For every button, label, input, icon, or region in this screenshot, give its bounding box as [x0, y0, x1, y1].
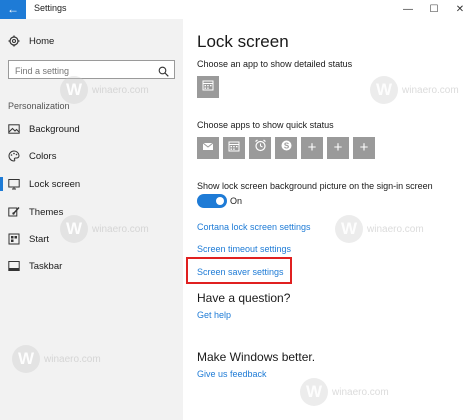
watermark-logo-icon: W	[300, 378, 328, 406]
back-button[interactable]: ←	[0, 0, 26, 19]
page-title: Lock screen	[197, 32, 289, 51]
sidebar-item-lock-screen[interactable]: Lock screen	[0, 173, 183, 195]
watermark-text: winaero.com	[44, 354, 101, 365]
quick-status-label: Choose apps to show quick status	[197, 120, 334, 130]
sidebar-item-label: Taskbar	[29, 260, 63, 272]
maximize-button[interactable]: ☐	[421, 0, 447, 19]
search-icon[interactable]	[158, 64, 169, 77]
window-title: Settings	[34, 3, 67, 13]
sidebar-item-home[interactable]: Home	[0, 30, 183, 52]
minimize-icon: —	[403, 4, 413, 15]
quick-status-skype-button[interactable]: S	[275, 137, 297, 159]
back-arrow-icon: ←	[7, 2, 19, 16]
quick-status-add-button[interactable]: +	[353, 137, 375, 159]
sidebar-item-background[interactable]: Background	[0, 118, 183, 140]
plus-icon: +	[307, 139, 317, 156]
title-bar: ← Settings — ☐ ✕	[0, 0, 474, 19]
calendar-icon	[202, 78, 214, 96]
question-heading: Have a question?	[197, 291, 291, 305]
watermark-text: winaero.com	[402, 85, 459, 96]
watermark-logo-icon: W	[12, 345, 40, 373]
skype-icon: S	[280, 139, 293, 157]
sidebar-item-label: Start	[29, 233, 50, 245]
get-help-link[interactable]: Get help	[197, 310, 231, 320]
background-toggle-label: Show lock screen background picture on t…	[197, 181, 433, 191]
watermark-text: winaero.com	[92, 85, 149, 96]
sidebar-item-label: Colors	[29, 150, 57, 162]
screen-timeout-settings-link[interactable]: Screen timeout settings	[197, 244, 291, 254]
toggle-knob	[216, 197, 224, 205]
give-feedback-link[interactable]: Give us feedback	[197, 369, 267, 379]
quick-status-mail-button[interactable]	[197, 137, 219, 159]
lock-screen-icon	[8, 178, 20, 190]
cortana-lock-screen-settings-link[interactable]: Cortana lock screen settings	[197, 222, 311, 232]
watermark-logo-icon: W	[60, 215, 88, 243]
sidebar-item-label: Themes	[29, 206, 64, 218]
mail-icon	[202, 139, 214, 157]
quick-status-alarm-button[interactable]	[249, 137, 271, 159]
close-button[interactable]: ✕	[447, 0, 473, 19]
watermark-logo-icon: W	[60, 76, 88, 104]
search-box[interactable]	[8, 60, 175, 80]
sidebar-item-label: Background	[29, 123, 80, 135]
image-icon	[8, 123, 20, 135]
close-icon: ✕	[455, 4, 465, 15]
start-icon	[8, 233, 20, 245]
plus-icon: +	[333, 139, 343, 156]
gear-icon	[8, 35, 20, 47]
quick-status-add-button[interactable]: +	[301, 137, 323, 159]
palette-icon	[8, 150, 20, 162]
watermark-text: winaero.com	[332, 387, 389, 398]
detailed-status-app-button[interactable]	[197, 76, 219, 98]
brush-icon	[8, 206, 20, 218]
svg-text:S: S	[283, 141, 289, 150]
main-content: Lock screen Choose an app to show detail…	[183, 19, 474, 420]
feedback-heading: Make Windows better.	[197, 350, 316, 364]
minimize-button[interactable]: —	[395, 0, 421, 19]
watermark-logo-icon: W	[370, 76, 398, 104]
section-label-personalization: Personalization	[8, 101, 70, 111]
sidebar-item-colors[interactable]: Colors	[0, 145, 183, 167]
watermark-logo-icon: W	[335, 215, 363, 243]
taskbar-icon	[8, 260, 20, 272]
highlight-box	[186, 257, 292, 284]
sidebar-item-label: Lock screen	[29, 178, 81, 190]
toggle-state-label: On	[230, 196, 243, 206]
active-indicator	[0, 177, 3, 191]
alarm-icon	[254, 139, 267, 157]
quick-status-calendar-button[interactable]	[223, 137, 245, 159]
watermark-text: winaero.com	[367, 224, 424, 235]
calendar-icon	[228, 139, 240, 157]
maximize-icon: ☐	[429, 4, 439, 15]
plus-icon: +	[359, 139, 369, 156]
detailed-status-label: Choose an app to show detailed status	[197, 59, 353, 69]
quick-status-add-button[interactable]: +	[327, 137, 349, 159]
sidebar-item-themes[interactable]: Themes	[0, 201, 183, 223]
watermark-text: winaero.com	[92, 224, 149, 235]
sidebar-home-label: Home	[29, 35, 55, 47]
sidebar-item-taskbar[interactable]: Taskbar	[0, 255, 183, 277]
background-toggle[interactable]	[197, 194, 227, 208]
